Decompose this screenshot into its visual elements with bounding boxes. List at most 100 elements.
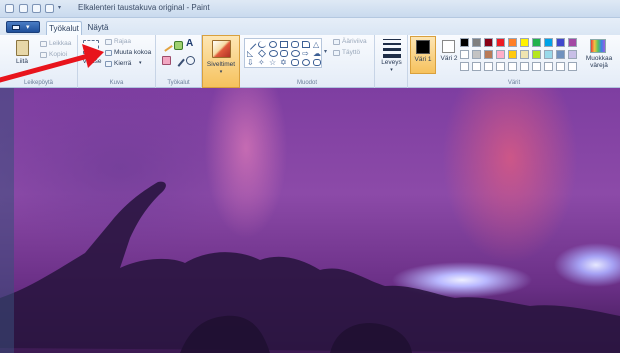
palette-swatch[interactable] bbox=[484, 50, 493, 59]
chevron-down-icon: ▾ bbox=[26, 24, 30, 31]
rounded-callout-icon[interactable] bbox=[291, 59, 299, 66]
paint-menu-button[interactable]: ▾ bbox=[6, 21, 40, 33]
cloud-callout-icon[interactable] bbox=[313, 59, 321, 66]
palette-swatch[interactable] bbox=[568, 62, 577, 71]
resize-button[interactable]: Muuta kokoa bbox=[114, 49, 151, 56]
brushes-button[interactable]: Siveltimet ▾ bbox=[202, 35, 240, 88]
customize-quick-access-icon[interactable]: ▾ bbox=[58, 4, 65, 13]
chevron-down-icon: ▾ bbox=[139, 60, 142, 66]
palette-swatch[interactable] bbox=[496, 62, 505, 71]
window-title: Elkalenteri taustakuva original - Paint bbox=[78, 3, 210, 12]
palette-swatch[interactable] bbox=[484, 38, 493, 47]
palette-swatch[interactable] bbox=[520, 50, 529, 59]
palette-swatch[interactable] bbox=[508, 38, 517, 47]
undo-icon[interactable] bbox=[32, 4, 41, 13]
magnifier-icon[interactable] bbox=[186, 56, 195, 65]
pentagon-shape-icon[interactable] bbox=[269, 50, 278, 57]
chevron-down-icon: ▾ bbox=[219, 69, 223, 75]
color-picker-icon[interactable] bbox=[172, 54, 185, 67]
text-icon[interactable]: A bbox=[186, 39, 195, 49]
edit-colors-icon[interactable] bbox=[590, 39, 606, 53]
color-palette bbox=[460, 38, 584, 74]
shapes-gallery[interactable]: △ ◺ ⇨ ☁ ⇩ ✧ ☆ ✡ bbox=[244, 38, 322, 68]
palette-swatch[interactable] bbox=[496, 38, 505, 47]
size-group: Leveys ▾ bbox=[375, 35, 408, 88]
callout-shape-icon[interactable] bbox=[291, 50, 300, 57]
line-width-icon[interactable] bbox=[383, 39, 401, 58]
color2-button[interactable]: Väri 2 bbox=[439, 36, 461, 74]
rounded-rectangle-shape-icon[interactable] bbox=[291, 41, 299, 48]
palette-swatch[interactable] bbox=[460, 50, 469, 59]
palette-swatch[interactable] bbox=[460, 62, 469, 71]
app-menu-icon[interactable] bbox=[5, 4, 14, 13]
palette-swatch[interactable] bbox=[556, 62, 565, 71]
palette-swatch[interactable] bbox=[556, 38, 565, 47]
color2-swatch bbox=[442, 40, 455, 53]
arrow-shape-icon[interactable]: ⇨ bbox=[302, 50, 310, 58]
palette-swatch[interactable] bbox=[544, 50, 553, 59]
tab-tools[interactable]: Työkalut bbox=[46, 21, 82, 35]
tools-group: A Työkalut bbox=[156, 35, 202, 88]
oval-shape-icon[interactable] bbox=[269, 41, 277, 48]
palette-swatch[interactable] bbox=[532, 50, 541, 59]
redo-icon[interactable] bbox=[45, 4, 54, 13]
palette-swatch[interactable] bbox=[520, 62, 529, 71]
fill-bucket-icon[interactable] bbox=[174, 41, 183, 50]
canvas-photo[interactable] bbox=[0, 88, 620, 353]
ribbon-tabs: ▾ Työkalut Näytä bbox=[0, 18, 620, 35]
tab-view[interactable]: Näytä bbox=[84, 21, 112, 35]
shapes-group: △ ◺ ⇨ ☁ ⇩ ✧ ☆ ✡ ▾ Ääriviiva Täyttö Muodo… bbox=[240, 35, 375, 88]
paint-window: ▾ Elkalenteri taustakuva original - Pain… bbox=[0, 0, 620, 353]
curve-shape-icon[interactable] bbox=[258, 41, 266, 48]
rotate-button[interactable]: Kierrä bbox=[114, 60, 131, 67]
four-point-star-icon[interactable]: ✧ bbox=[258, 59, 266, 67]
title-bar: ▾ Elkalenteri taustakuva original - Pain… bbox=[0, 0, 620, 18]
outline-button[interactable]: Ääriviiva bbox=[342, 38, 367, 45]
palette-swatch[interactable] bbox=[472, 62, 481, 71]
palette-swatch[interactable] bbox=[544, 62, 553, 71]
palette-swatch[interactable] bbox=[484, 62, 493, 71]
palette-swatch[interactable] bbox=[568, 50, 577, 59]
tools-group-label: Työkalut bbox=[167, 80, 190, 86]
annotation-arrow-icon bbox=[0, 44, 104, 83]
palette-swatch[interactable] bbox=[472, 50, 481, 59]
brush-icon bbox=[212, 40, 231, 58]
rectangle-shape-icon[interactable] bbox=[280, 41, 288, 48]
down-arrow-shape-icon[interactable]: ⇩ bbox=[247, 59, 255, 67]
paint-menu-icon bbox=[12, 25, 20, 30]
cloud-shape-icon[interactable]: ☁ bbox=[313, 50, 321, 58]
oval-callout-icon[interactable] bbox=[302, 59, 310, 66]
size-button[interactable]: Leveys bbox=[375, 59, 408, 66]
palette-swatch[interactable] bbox=[508, 62, 517, 71]
color1-label: Väri 1 bbox=[414, 56, 432, 63]
eraser-icon[interactable] bbox=[162, 56, 171, 65]
color1-swatch bbox=[416, 40, 430, 54]
palette-swatch[interactable] bbox=[532, 62, 541, 71]
palette-swatch[interactable] bbox=[568, 38, 577, 47]
colors-group: Väri 1 Väri 2 Muokkaa värejä Värit bbox=[408, 35, 620, 88]
color1-button[interactable]: Väri 1 bbox=[410, 36, 436, 74]
gallery-more-icon[interactable]: ▾ bbox=[324, 48, 327, 55]
triangle-shape-icon[interactable]: △ bbox=[313, 41, 321, 49]
palette-swatch[interactable] bbox=[532, 38, 541, 47]
palette-swatch[interactable] bbox=[472, 38, 481, 47]
diamond-shape-icon[interactable] bbox=[258, 49, 266, 58]
polygon-shape-icon[interactable] bbox=[302, 41, 310, 48]
save-icon[interactable] bbox=[19, 4, 28, 13]
pencil-icon[interactable] bbox=[160, 39, 173, 52]
palette-swatch[interactable] bbox=[544, 38, 553, 47]
palette-swatch[interactable] bbox=[556, 50, 565, 59]
palette-swatch[interactable] bbox=[520, 38, 529, 47]
hexagon-shape-icon[interactable] bbox=[280, 50, 288, 57]
right-triangle-shape-icon[interactable]: ◺ bbox=[247, 50, 255, 58]
edit-colors-button[interactable]: Muokkaa värejä bbox=[581, 55, 617, 69]
crop-button[interactable]: Rajaa bbox=[114, 38, 131, 45]
six-point-star-icon[interactable]: ✡ bbox=[280, 59, 288, 67]
palette-swatch[interactable] bbox=[460, 38, 469, 47]
fill-button[interactable]: Täyttö bbox=[342, 49, 360, 56]
palette-swatch[interactable] bbox=[496, 50, 505, 59]
palette-swatch[interactable] bbox=[508, 50, 517, 59]
star-shape-icon[interactable]: ☆ bbox=[269, 59, 277, 67]
chevron-down-icon: ▾ bbox=[390, 67, 393, 73]
colors-group-label: Värit bbox=[507, 80, 521, 86]
